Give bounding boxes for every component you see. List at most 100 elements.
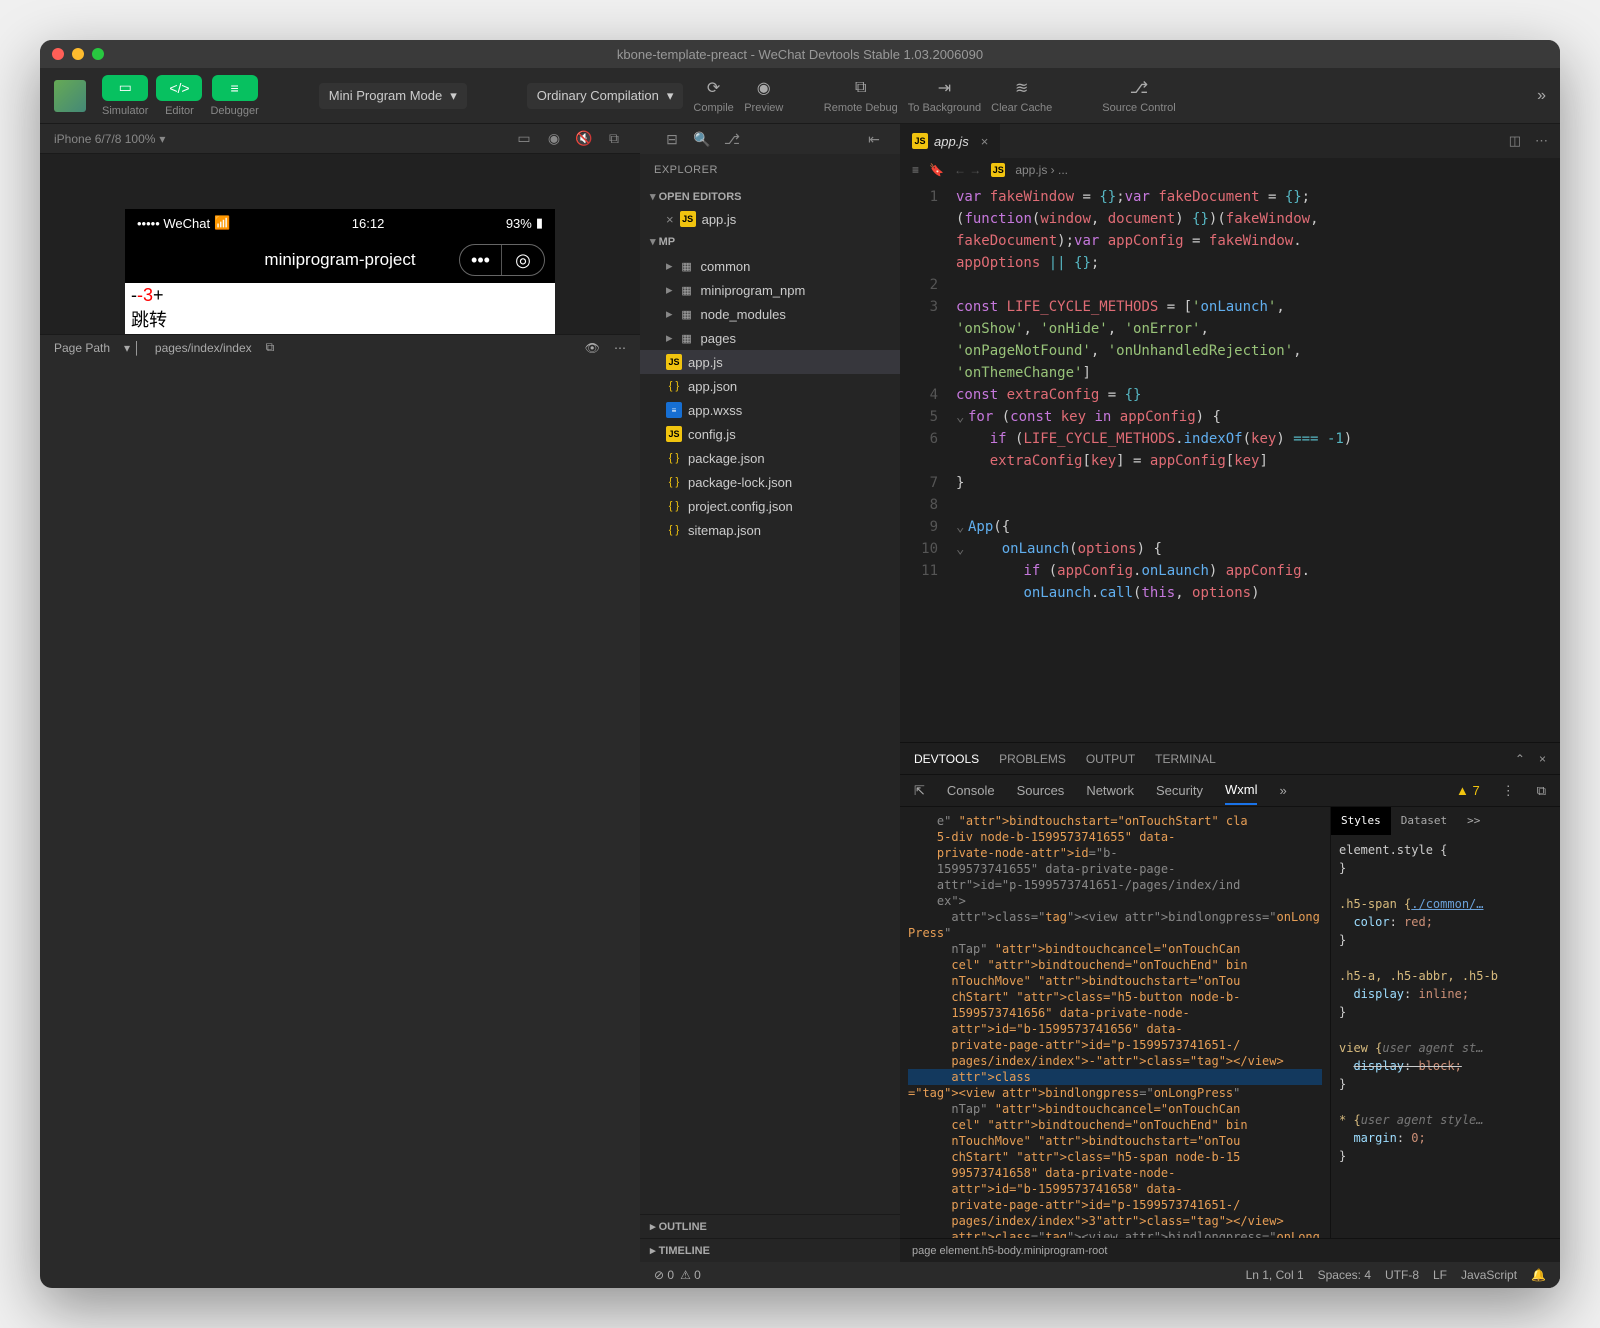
styles-tab[interactable]: Styles — [1331, 807, 1391, 835]
warning-badge[interactable]: ▲ 7 — [1456, 783, 1480, 798]
page-path-label[interactable]: Page Path — [54, 341, 110, 355]
jump-link[interactable]: 跳转 — [131, 306, 549, 332]
mode-select[interactable]: Mini Program Mode▾ — [319, 83, 467, 109]
tree-icon[interactable]: ⊟ — [660, 131, 684, 148]
cursor-pos[interactable]: Ln 1, Col 1 — [1246, 1268, 1304, 1282]
branch-icon[interactable]: ⎇ — [720, 131, 744, 148]
warning-count[interactable]: ⚠ 0 — [680, 1268, 701, 1282]
file-project.config.json[interactable]: { }project.config.json — [640, 494, 900, 518]
breadcrumb[interactable]: ≡ 🔖 ← → JSapp.js › ... — [900, 158, 1560, 182]
outline-section[interactable]: OUTLINE — [640, 1214, 900, 1238]
bookmark-icon[interactable]: 🔖 — [929, 163, 944, 177]
record-icon[interactable]: ◉ — [542, 130, 566, 147]
file-sitemap.json[interactable]: { }sitemap.json — [640, 518, 900, 542]
more-editor-icon[interactable]: ⋯ — [1535, 133, 1548, 149]
compile-label: Compile — [693, 102, 733, 114]
remote-debug-label: Remote Debug — [824, 102, 898, 114]
editor-button[interactable]: </> — [156, 75, 202, 101]
tab-output[interactable]: OUTPUT — [1086, 752, 1135, 766]
file-package.json[interactable]: { }package.json — [640, 446, 900, 470]
line-gutter: 1234567891011 — [900, 182, 950, 742]
device-icon[interactable]: ▭ — [512, 130, 536, 147]
sub-console[interactable]: Console — [947, 783, 995, 798]
debugger-label: Debugger — [210, 105, 258, 117]
copy-path-icon[interactable]: ⧉ — [266, 340, 275, 355]
debugger-button[interactable]: ≡ — [212, 75, 258, 101]
indent-status[interactable]: Spaces: 4 — [1318, 1268, 1371, 1282]
tab-terminal[interactable]: TERMINAL — [1155, 752, 1216, 766]
sub-overflow-icon[interactable]: » — [1279, 783, 1286, 798]
user-avatar[interactable] — [54, 80, 86, 112]
capsule-close-icon[interactable]: ◎ — [502, 245, 544, 275]
encoding-status[interactable]: UTF-8 — [1385, 1268, 1419, 1282]
eol-status[interactable]: LF — [1433, 1268, 1447, 1282]
count-value: -3 — [137, 285, 153, 305]
open-editor-item[interactable]: ×JSapp.js — [640, 207, 900, 231]
preview-label: Preview — [744, 102, 783, 114]
to-background-icon[interactable]: ⇥ — [924, 78, 964, 98]
project-root[interactable]: MP — [640, 231, 900, 252]
split-icon[interactable]: ◫ — [1509, 133, 1521, 149]
language-status[interactable]: JavaScript — [1461, 1268, 1517, 1282]
code-editor[interactable]: 1234567891011 var fakeWindow = {};var fa… — [900, 182, 1560, 742]
timeline-section[interactable]: TIMELINE — [640, 1238, 900, 1262]
device-select[interactable]: iPhone 6/7/8 100% — [54, 132, 155, 146]
more-icon[interactable]: ⋯ — [614, 341, 626, 355]
tab-problems[interactable]: PROBLEMS — [999, 752, 1066, 766]
copy-icon[interactable]: ⧉ — [602, 130, 626, 147]
simulator-button[interactable]: ▭ — [102, 75, 148, 101]
main-toolbar: ▭Simulator </>Editor ≡Debugger Mini Prog… — [40, 68, 1560, 124]
source-control-icon[interactable]: ⎇ — [1119, 78, 1159, 98]
sub-sources[interactable]: Sources — [1017, 783, 1065, 798]
file-app.js[interactable]: JSapp.js — [640, 350, 900, 374]
file-common[interactable]: ▸ ▦common — [640, 254, 900, 278]
tab-devtools[interactable]: DEVTOOLS — [914, 752, 979, 766]
sub-network[interactable]: Network — [1086, 783, 1134, 798]
preview-icon[interactable]: ◉ — [744, 78, 784, 98]
tab-app-js[interactable]: JSapp.js× — [900, 124, 1000, 158]
error-count[interactable]: ⊘ 0 — [654, 1268, 674, 1282]
phone-navbar: miniprogram-project ••• ◎ — [125, 237, 555, 283]
clear-cache-icon[interactable]: ≋ — [1002, 78, 1042, 98]
file-config.js[interactable]: JSconfig.js — [640, 422, 900, 446]
explorer-title: EXPLORER — [640, 154, 900, 186]
file-node_modules[interactable]: ▸ ▦node_modules — [640, 302, 900, 326]
file-pages[interactable]: ▸ ▦pages — [640, 326, 900, 350]
simulator-label: Simulator — [102, 105, 148, 117]
file-package-lock.json[interactable]: { }package-lock.json — [640, 470, 900, 494]
sub-wxml[interactable]: Wxml — [1225, 782, 1258, 805]
simulator-bar: iPhone 6/7/8 100%▾ ▭ ◉ 🔇 ⧉ — [40, 124, 640, 154]
overflow-icon[interactable]: » — [1537, 87, 1546, 105]
styles-overflow[interactable]: >> — [1457, 807, 1490, 835]
capsule-menu-icon[interactable]: ••• — [460, 245, 502, 275]
close-tab-icon[interactable]: × — [981, 134, 989, 149]
toggle-panel-icon[interactable]: ≡ — [912, 163, 919, 177]
styles-body[interactable]: element.style {}.h5-span {./common/… col… — [1331, 835, 1560, 1238]
inspect-icon[interactable]: ⇱ — [914, 783, 925, 799]
dt-more-icon[interactable]: ⋮ — [1502, 783, 1515, 799]
file-app.json[interactable]: { }app.json — [640, 374, 900, 398]
to-background-label: To Background — [908, 102, 981, 114]
nav-title: miniprogram-project — [264, 250, 415, 270]
bell-icon[interactable]: 🔔 — [1531, 1268, 1546, 1282]
file-app.wxss[interactable]: ≡app.wxss — [640, 398, 900, 422]
wxml-tree[interactable]: e" "attr">bindtouchstart="onTouchStart" … — [900, 807, 1330, 1238]
increment-button[interactable]: + — [153, 285, 164, 305]
devtools-footer: page element.h5-body.miniprogram-root — [900, 1238, 1560, 1262]
close-panel-icon[interactable]: × — [1539, 752, 1546, 766]
open-editors-section[interactable]: OPEN EDITORS — [640, 186, 900, 207]
search-icon[interactable]: 🔍 — [690, 131, 714, 148]
chevron-up-icon[interactable]: ⌃ — [1515, 752, 1525, 766]
remote-debug-icon[interactable]: ⧉ — [841, 78, 881, 98]
dt-dock-icon[interactable]: ⧉ — [1537, 783, 1546, 799]
mute-icon[interactable]: 🔇 — [572, 130, 596, 147]
phone-body[interactable]: --3+ 跳转 — [125, 283, 555, 334]
collapse-icon[interactable]: ⇤ — [862, 131, 886, 148]
compile-icon[interactable]: ⟳ — [694, 78, 734, 98]
file-miniprogram_npm[interactable]: ▸ ▦miniprogram_npm — [640, 278, 900, 302]
simulator: ••••• WeChat📶 16:12 93%▮ miniprogram-pro… — [40, 154, 640, 334]
eye-icon[interactable]: 👁 — [585, 341, 600, 355]
compile-select[interactable]: Ordinary Compilation▾ — [527, 83, 684, 109]
dataset-tab[interactable]: Dataset — [1391, 807, 1457, 835]
sub-security[interactable]: Security — [1156, 783, 1203, 798]
